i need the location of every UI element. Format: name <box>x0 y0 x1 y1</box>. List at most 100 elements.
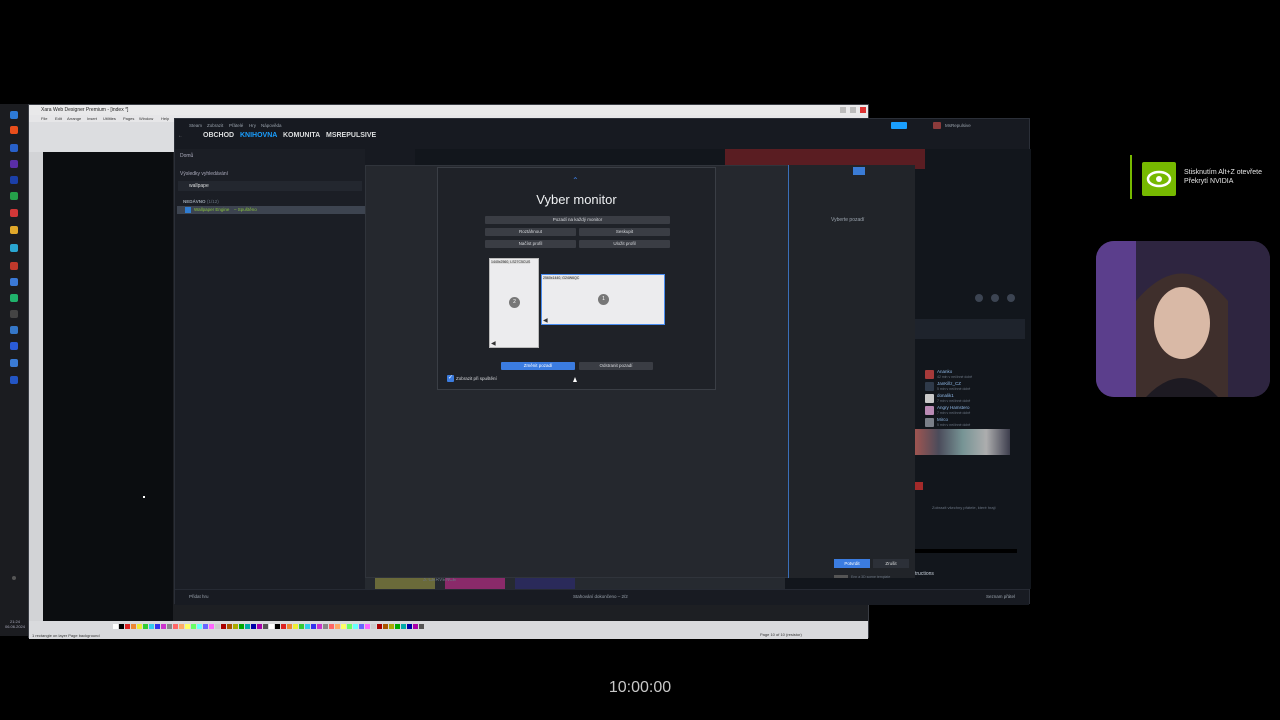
palette-swatch[interactable] <box>317 624 322 629</box>
app-icon[interactable] <box>10 359 18 367</box>
palette-swatch[interactable] <box>131 624 136 629</box>
palette-swatch[interactable] <box>353 624 358 629</box>
palette-swatch[interactable] <box>359 624 364 629</box>
steam-menu-steam[interactable]: Steam <box>189 123 202 128</box>
palette-swatch[interactable] <box>275 624 280 629</box>
palette-swatch[interactable] <box>233 624 238 629</box>
chevron-up-icon[interactable] <box>12 576 16 580</box>
palette-swatch[interactable] <box>221 624 226 629</box>
app-icon[interactable] <box>10 294 18 302</box>
palette-swatch[interactable] <box>215 624 220 629</box>
back-arrow-icon[interactable]: ← <box>178 133 183 139</box>
avatar[interactable] <box>933 122 941 129</box>
palette-swatch[interactable] <box>245 624 250 629</box>
steam-menu-help[interactable]: Nápověda <box>261 123 282 128</box>
maximize-icon[interactable] <box>850 107 856 113</box>
friend-avatars-grid[interactable] <box>915 429 1010 455</box>
palette-swatch[interactable] <box>419 624 424 629</box>
palette-swatch[interactable] <box>383 624 388 629</box>
app-icon[interactable] <box>10 144 18 152</box>
stretch-button[interactable]: Roztáhnout <box>485 228 576 236</box>
palette-swatch[interactable] <box>119 624 124 629</box>
xara-canvas[interactable] <box>43 152 173 622</box>
palette-swatch[interactable] <box>125 624 130 629</box>
palette-swatch[interactable] <box>257 624 262 629</box>
palette-swatch[interactable] <box>269 624 274 629</box>
cancel-button[interactable]: Zrušit <box>873 559 909 568</box>
confirm-button[interactable]: Potvrdit <box>834 559 870 568</box>
palette-swatch[interactable] <box>347 624 352 629</box>
collapse-chevron-icon[interactable]: ⌃ <box>572 177 582 185</box>
app-icon[interactable] <box>10 209 18 217</box>
palette-swatch[interactable] <box>311 624 316 629</box>
palette-swatch[interactable] <box>161 624 166 629</box>
palette-swatch[interactable] <box>305 624 310 629</box>
palette-swatch[interactable] <box>263 624 268 629</box>
speaker-icon[interactable]: ◀ <box>543 317 548 324</box>
menu-pages[interactable]: Pages <box>123 116 134 121</box>
friends-chat-button[interactable]: Seznam přátel <box>986 594 1015 599</box>
load-profile-button[interactable]: Načíst profil <box>485 240 576 248</box>
app-icon[interactable] <box>10 326 18 334</box>
palette-swatch[interactable] <box>323 624 328 629</box>
nvidia-notification[interactable]: Stisknutím Alt+Z otevřete Překrytí NVIDI… <box>1130 155 1278 199</box>
app-icon[interactable] <box>10 262 18 270</box>
palette-swatch[interactable] <box>413 624 418 629</box>
palette-swatch[interactable] <box>293 624 298 629</box>
steam-menu-friends[interactable]: Přátelé <box>229 123 243 128</box>
home-label[interactable]: Domů <box>180 153 193 159</box>
friend-item[interactable]: Ananko 42 min v nečinné době <box>925 369 1025 381</box>
change-wallpaper-button[interactable]: Změnit pozadí <box>501 362 575 370</box>
palette-swatch[interactable] <box>377 624 382 629</box>
menu-window[interactable]: Window <box>139 116 153 121</box>
palette-swatch[interactable] <box>155 624 160 629</box>
palette-swatch[interactable] <box>209 624 214 629</box>
palette-swatch[interactable] <box>299 624 304 629</box>
gear-icon[interactable] <box>975 294 983 302</box>
palette-swatch[interactable] <box>371 624 376 629</box>
nav-store[interactable]: OBCHOD <box>203 132 234 139</box>
menu-edit[interactable]: Edit <box>55 116 62 121</box>
palette-swatch[interactable] <box>239 624 244 629</box>
app-icon[interactable] <box>10 342 18 350</box>
speaker-icon[interactable]: ◀ <box>491 340 496 347</box>
menu-help[interactable]: Help <box>161 116 169 121</box>
announce-button[interactable] <box>891 122 907 129</box>
palette-swatch[interactable] <box>173 624 178 629</box>
game-list-item[interactable]: Wallpaper Engine – Spuštěno <box>177 206 365 214</box>
app-icon[interactable] <box>10 278 18 286</box>
menu-file[interactable]: File <box>41 116 47 121</box>
add-game-button[interactable]: Přidat hru <box>189 594 209 599</box>
palette-swatch[interactable] <box>149 624 154 629</box>
app-icon[interactable] <box>10 192 18 200</box>
palette-swatch[interactable] <box>197 624 202 629</box>
nav-library[interactable]: KNIHOVNA <box>240 132 277 139</box>
palette-swatch[interactable] <box>185 624 190 629</box>
palette-swatch[interactable] <box>395 624 400 629</box>
palette-swatch[interactable] <box>191 624 196 629</box>
palette-swatch[interactable] <box>365 624 370 629</box>
app-icon[interactable] <box>10 160 18 168</box>
palette-swatch[interactable] <box>407 624 412 629</box>
palette-swatch[interactable] <box>251 624 256 629</box>
wallpaper-mode-dropdown[interactable]: Pozadí na každý monitor <box>485 216 670 224</box>
app-icon[interactable] <box>10 310 18 318</box>
friend-item[interactable]: Angry Hamstero 7 min v nečinné době <box>925 405 1025 417</box>
app-icon[interactable] <box>10 126 18 134</box>
palette-swatch[interactable] <box>137 624 142 629</box>
menu-insert[interactable]: Insert <box>87 116 97 121</box>
folder-icon[interactable] <box>10 226 18 234</box>
info-icon[interactable] <box>991 294 999 302</box>
menu-utilities[interactable]: Utilities <box>103 116 116 121</box>
steam-username[interactable]: MsRepulsive <box>945 123 971 128</box>
steam-icon[interactable] <box>10 376 18 384</box>
palette-swatch[interactable] <box>287 624 292 629</box>
monitor-1[interactable]: 2560x1440, G24W6QC 1 ◀ <box>541 274 665 325</box>
friend-item[interactable]: Mirco 5 min v nečinné době <box>925 417 1025 429</box>
palette-swatch[interactable] <box>341 624 346 629</box>
nav-community[interactable]: KOMUNITA <box>283 132 320 139</box>
palette-swatch[interactable] <box>143 624 148 629</box>
palette-swatch[interactable] <box>227 624 232 629</box>
app-icon[interactable] <box>10 244 18 252</box>
start-icon[interactable] <box>10 111 18 119</box>
